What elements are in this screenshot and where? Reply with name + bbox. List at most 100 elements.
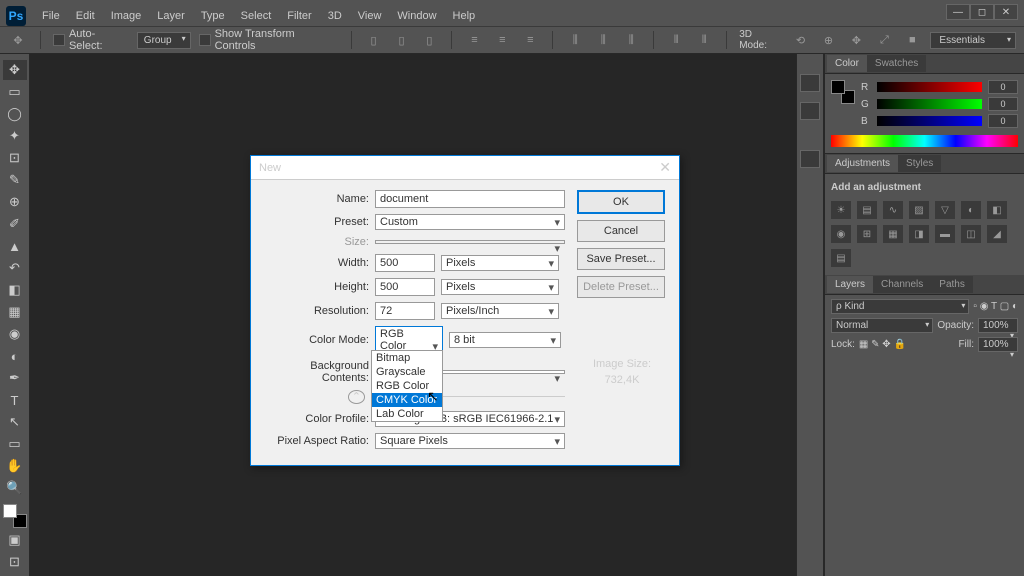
color-fgbg[interactable]	[831, 80, 855, 104]
auto-select-type[interactable]: Group	[137, 32, 191, 49]
adj-threshold-icon[interactable]: ◫	[961, 225, 981, 243]
r-slider[interactable]	[877, 82, 982, 92]
history-brush-tool[interactable]: ↶	[3, 258, 27, 278]
styles-tab[interactable]: Styles	[898, 155, 941, 172]
width-unit[interactable]: Pixels	[441, 255, 559, 271]
quickmask-tool[interactable]: ▣	[3, 530, 27, 550]
eraser-tool[interactable]: ◧	[3, 280, 27, 300]
auto-select-checkbox[interactable]: Auto-Select:	[53, 28, 129, 52]
3d-icon[interactable]: ⟲	[790, 31, 810, 49]
gradient-tool[interactable]: ▦	[3, 302, 27, 322]
pixel-aspect-select[interactable]: Square Pixels	[375, 433, 565, 449]
align-icon[interactable]: ≡	[520, 31, 540, 49]
adj-exposure-icon[interactable]: ▨	[909, 201, 929, 219]
swatches-tab[interactable]: Swatches	[867, 55, 926, 72]
b-value[interactable]: 0	[988, 114, 1018, 128]
pen-tool[interactable]: ✒	[3, 368, 27, 388]
maximize-button[interactable]: ◻	[970, 4, 994, 20]
ok-button[interactable]: OK	[577, 190, 665, 214]
distribute-icon[interactable]: ⫼	[565, 31, 585, 49]
menu-view[interactable]: View	[350, 7, 390, 25]
adj-poster-icon[interactable]: ▬	[935, 225, 955, 243]
adj-selective-icon[interactable]: ◢	[987, 225, 1007, 243]
path-tool[interactable]: ↖	[3, 412, 27, 432]
fill-value[interactable]: 100%	[978, 337, 1018, 352]
menu-help[interactable]: Help	[445, 7, 484, 25]
preset-select[interactable]: Custom	[375, 214, 565, 230]
menu-type[interactable]: Type	[193, 7, 233, 25]
width-input[interactable]	[375, 254, 435, 272]
menu-3d[interactable]: 3D	[320, 7, 350, 25]
adj-photo-icon[interactable]: ◉	[831, 225, 851, 243]
workspace-selector[interactable]: Essentials	[930, 32, 1016, 49]
menu-filter[interactable]: Filter	[279, 7, 319, 25]
lasso-tool[interactable]: ◯	[3, 104, 27, 124]
cancel-button[interactable]: Cancel	[577, 220, 665, 242]
zoom-tool[interactable]: 🔍	[3, 478, 27, 498]
adjustments-tab[interactable]: Adjustments	[827, 155, 898, 172]
crop-tool[interactable]: ⊡	[3, 148, 27, 168]
mode-option-lab[interactable]: Lab Color	[372, 407, 442, 421]
blend-mode[interactable]: Normal	[831, 318, 933, 333]
blur-tool[interactable]: ◉	[3, 324, 27, 344]
align-icon[interactable]: ≡	[492, 31, 512, 49]
close-button[interactable]: ✕	[994, 4, 1018, 20]
resolution-unit[interactable]: Pixels/Inch	[441, 303, 559, 319]
wand-tool[interactable]: ✦	[3, 126, 27, 146]
shape-tool[interactable]: ▭	[3, 434, 27, 454]
menu-layer[interactable]: Layer	[149, 7, 193, 25]
heal-tool[interactable]: ⊕	[3, 192, 27, 212]
align-icon[interactable]: ▯	[392, 31, 412, 49]
height-input[interactable]	[375, 278, 435, 296]
collapsed-panel-icon[interactable]	[800, 102, 820, 120]
adj-curves-icon[interactable]: ∿	[883, 201, 903, 219]
layer-kind-filter[interactable]: ρ Kind	[831, 299, 969, 314]
fg-bg-color[interactable]	[3, 504, 27, 528]
adj-levels-icon[interactable]: ▤	[857, 201, 877, 219]
collapsed-panel-icon[interactable]	[800, 74, 820, 92]
align-icon[interactable]: ▯	[419, 31, 439, 49]
stamp-tool[interactable]: ▲	[3, 236, 27, 256]
menu-select[interactable]: Select	[233, 7, 280, 25]
align-icon[interactable]: ≡	[464, 31, 484, 49]
name-input[interactable]	[375, 190, 565, 208]
color-tab[interactable]: Color	[827, 55, 867, 72]
height-unit[interactable]: Pixels	[441, 279, 559, 295]
show-transform-checkbox[interactable]: Show Transform Controls	[199, 28, 339, 52]
hand-tool[interactable]: ✋	[3, 456, 27, 476]
color-mode-bits[interactable]: 8 bit	[449, 332, 561, 348]
distribute-icon[interactable]: ⫼	[593, 31, 613, 49]
menu-edit[interactable]: Edit	[68, 7, 103, 25]
3d-icon[interactable]: ■	[902, 31, 922, 49]
menu-file[interactable]: File	[34, 7, 68, 25]
adj-lookup-icon[interactable]: ▦	[883, 225, 903, 243]
marquee-tool[interactable]: ▭	[3, 82, 27, 102]
dodge-tool[interactable]: ◐	[3, 346, 27, 366]
spectrum-bar[interactable]	[831, 135, 1018, 147]
distribute-icon[interactable]: ⫴	[666, 31, 686, 49]
mode-option-rgb[interactable]: RGB Color	[372, 379, 442, 393]
move-tool[interactable]: ✥	[3, 60, 27, 80]
adj-vibrance-icon[interactable]: ▽	[935, 201, 955, 219]
b-slider[interactable]	[877, 116, 982, 126]
mode-option-bitmap[interactable]: Bitmap	[372, 351, 442, 365]
save-preset-button[interactable]: Save Preset...	[577, 248, 665, 270]
mode-option-cmyk[interactable]: CMYK Color	[372, 393, 442, 407]
align-icon[interactable]: ▯	[364, 31, 384, 49]
dialog-close-icon[interactable]: ✕	[659, 159, 671, 176]
type-tool[interactable]: T	[3, 390, 27, 410]
brush-tool[interactable]: ✐	[3, 214, 27, 234]
distribute-icon[interactable]: ⫼	[621, 31, 641, 49]
menu-image[interactable]: Image	[103, 7, 150, 25]
menu-window[interactable]: Window	[389, 7, 444, 25]
3d-icon[interactable]: ⤢	[874, 31, 894, 49]
adj-invert-icon[interactable]: ◨	[909, 225, 929, 243]
move-tool-indicator-icon[interactable]: ✥	[8, 31, 28, 49]
adj-bw-icon[interactable]: ◧	[987, 201, 1007, 219]
r-value[interactable]: 0	[988, 80, 1018, 94]
mode-option-grayscale[interactable]: Grayscale	[372, 365, 442, 379]
3d-icon[interactable]: ⊕	[818, 31, 838, 49]
collapsed-panel-icon[interactable]	[800, 150, 820, 168]
opacity-value[interactable]: 100%	[978, 318, 1018, 333]
adj-mixer-icon[interactable]: ⊞	[857, 225, 877, 243]
